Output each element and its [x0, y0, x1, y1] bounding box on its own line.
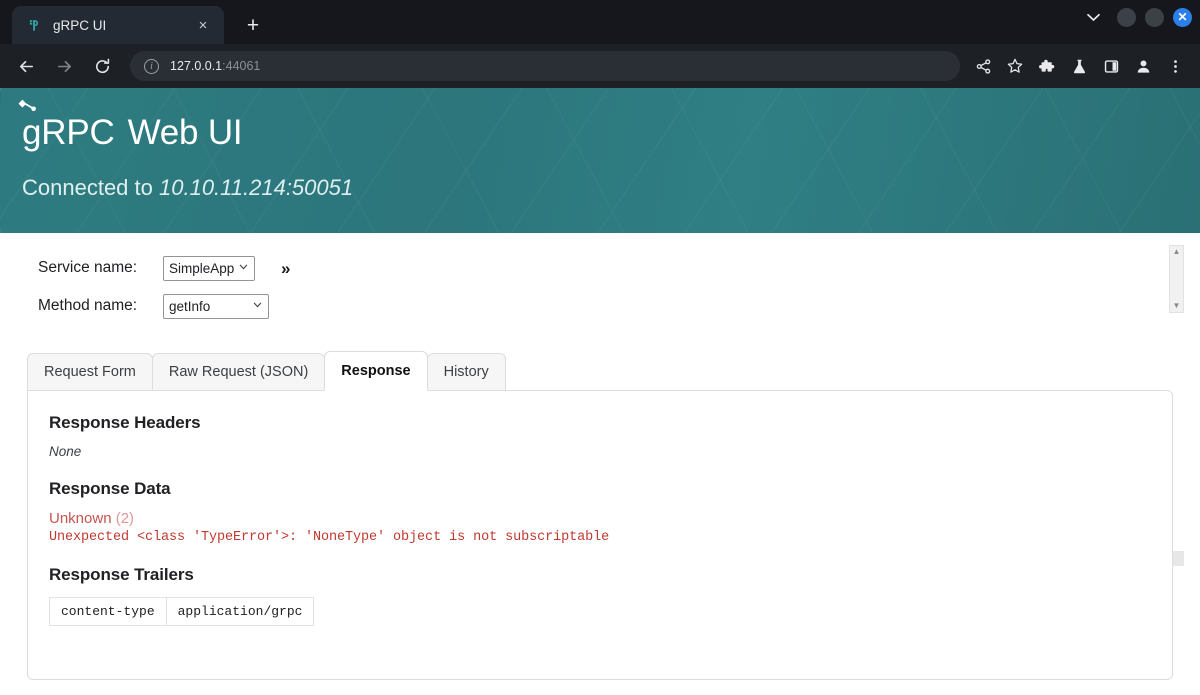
tab-bar: Request Form Raw Request (JSON) Response… [0, 351, 1200, 391]
back-button[interactable] [10, 50, 42, 82]
address-port: :44061 [222, 59, 261, 73]
response-headers-value: None [49, 444, 82, 459]
method-select-wrapper: getInfo [163, 293, 269, 319]
response-trailers-title: Response Trailers [49, 565, 194, 584]
tab-history[interactable]: History [426, 353, 506, 391]
chevron-down-icon[interactable] [1082, 6, 1104, 28]
browser-tab-title: gRPC UI [53, 17, 107, 33]
grpc-favicon-icon [25, 17, 42, 34]
tab-raw-request-json[interactable]: Raw Request (JSON) [151, 353, 326, 391]
main-content: Service name: SimpleApp » Method name: g… [0, 233, 1200, 681]
scroll-up-icon[interactable]: ▲ [1173, 248, 1181, 256]
more-menu-icon[interactable] [1160, 51, 1190, 81]
connected-target: 10.10.11.214:50051 [159, 175, 354, 200]
brand-web-ui: Web UI [127, 113, 243, 152]
method-select[interactable]: getInfo [163, 293, 269, 319]
error-status-text: Unknown [49, 510, 112, 527]
response-headers-title: Response Headers [49, 413, 201, 432]
extensions-puzzle-icon[interactable] [1032, 51, 1062, 81]
table-row: content-type application/grpc [49, 597, 315, 626]
brand-rpc-letters: RPC [41, 113, 115, 152]
browser-toolbar: i 127.0.0.1:44061 [0, 44, 1200, 88]
address-bar-url: 127.0.0.1:44061 [170, 59, 260, 73]
reload-button[interactable] [86, 50, 118, 82]
forward-button[interactable] [48, 50, 80, 82]
grpc-logo-mark-icon [18, 99, 36, 112]
close-window-button[interactable]: ✕ [1173, 7, 1192, 27]
response-trailers-table: content-type application/grpc [49, 597, 315, 626]
scroll-down-icon[interactable]: ▼ [1173, 302, 1181, 310]
browser-tab[interactable]: gRPC UI × [12, 6, 224, 44]
share-icon[interactable] [968, 51, 998, 81]
expand-services-button[interactable]: » [281, 260, 290, 277]
browser-window: gRPC UI × + ✕ i 127.0.0.1:44061 g RPC We… [0, 0, 1200, 695]
page-hero-banner: g RPC Web UI Connected to 10.10.11.214:50… [0, 88, 1200, 233]
method-row: Method name: getInfo [0, 287, 1200, 325]
site-info-icon[interactable]: i [144, 58, 159, 74]
response-panel: Response Headers None Response Data Unkn… [27, 390, 1173, 680]
brand-g-with-mark: g [18, 99, 42, 152]
tab-request-form[interactable]: Request Form [27, 353, 153, 391]
bookmark-star-icon[interactable] [1000, 51, 1030, 81]
vertical-scrollbar[interactable]: ▲ ▼ [1169, 245, 1184, 313]
service-name-label: Service name: [38, 259, 138, 276]
error-message: Unexpected <class 'TypeError'>: 'NoneTyp… [49, 530, 610, 545]
address-bar[interactable]: i 127.0.0.1:44061 [130, 51, 960, 81]
page-title: g RPC Web UI [18, 99, 1200, 152]
connected-prefix: Connected to [22, 175, 153, 200]
method-name-label: Method name: [38, 297, 138, 314]
response-status-badge: Unknown (2) [49, 510, 1172, 527]
toolbar-icon-group [968, 51, 1190, 81]
maximize-button[interactable] [1145, 7, 1164, 27]
response-data-title: Response Data [49, 479, 171, 498]
error-status-code: (2) [115, 510, 135, 527]
service-selector-panel: Service name: SimpleApp » Method name: g… [0, 233, 1200, 566]
trailer-key: content-type [49, 597, 167, 626]
connection-status: Connected to 10.10.11.214:50051 [22, 175, 1200, 201]
trailer-value: application/grpc [165, 597, 315, 626]
browser-tab-strip: gRPC UI × + ✕ [0, 0, 1200, 44]
brand-g-letter: g [22, 113, 42, 152]
minimize-button[interactable] [1117, 7, 1136, 27]
labs-flask-icon[interactable] [1064, 51, 1094, 81]
service-select-wrapper: SimpleApp [163, 255, 255, 281]
service-row: Service name: SimpleApp » [0, 249, 1200, 287]
service-select[interactable]: SimpleApp [163, 255, 255, 281]
new-tab-button[interactable]: + [238, 10, 268, 40]
profile-icon[interactable] [1128, 51, 1158, 81]
side-panel-icon[interactable] [1096, 51, 1126, 81]
window-controls: ✕ [1082, 6, 1192, 28]
address-host: 127.0.0.1 [170, 59, 223, 73]
tab-response[interactable]: Response [324, 351, 428, 391]
close-tab-icon[interactable]: × [192, 14, 214, 36]
